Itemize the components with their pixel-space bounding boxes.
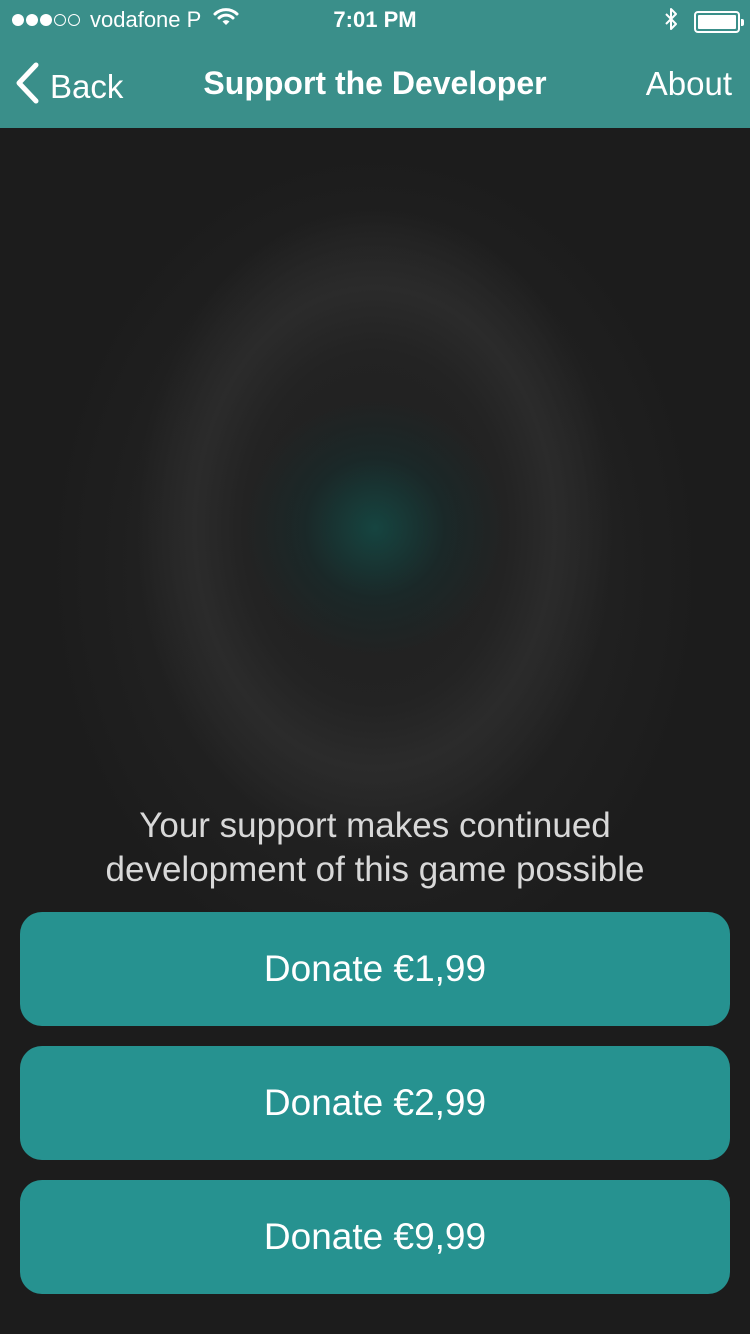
about-button[interactable]: About: [646, 65, 732, 103]
battery-icon: [694, 10, 744, 33]
support-message-line-2: development of this game possible: [105, 850, 645, 889]
status-bar: vodafone P 7:01 PM: [0, 0, 750, 40]
back-button[interactable]: Back: [14, 62, 123, 112]
bluetooth-icon: [664, 7, 678, 36]
navigation-bar: Back Support the Developer About: [0, 40, 750, 128]
back-label: Back: [50, 68, 124, 105]
donate-1-99-button[interactable]: Donate €1,99: [20, 912, 730, 1026]
donation-screen: Your support makes continued development…: [0, 128, 750, 1334]
donate-2-99-button[interactable]: Donate €2,99: [20, 1046, 730, 1160]
support-message: Your support makes continued development…: [20, 804, 730, 892]
donate-9-99-button[interactable]: Donate €9,99: [20, 1180, 730, 1294]
status-time: 7:01 PM: [333, 7, 417, 32]
chevron-left-icon: [14, 62, 50, 112]
support-message-line-1: Your support makes continued: [139, 806, 611, 845]
